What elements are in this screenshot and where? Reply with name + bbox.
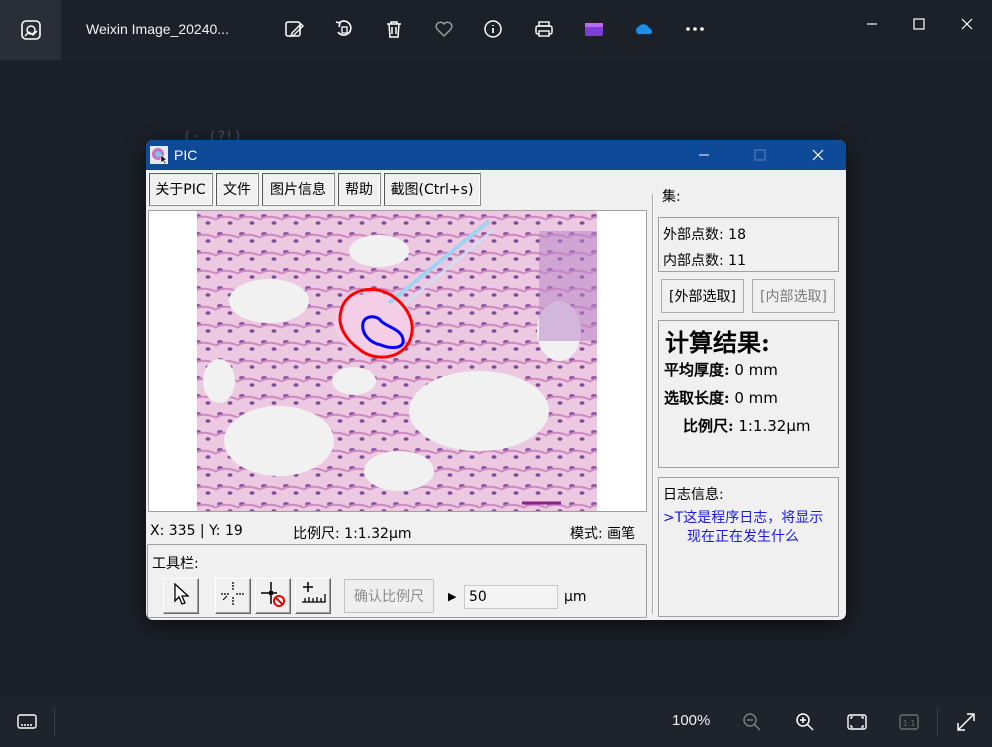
scale-value-input[interactable]: 50 — [464, 585, 558, 609]
crosshair-tool-button[interactable] — [215, 578, 251, 614]
outer-select-button[interactable]: [外部选取] — [661, 279, 744, 313]
outer-point-count: 外部点数: 18 — [663, 227, 746, 243]
scale-unit-label: μm — [564, 589, 587, 605]
photos-app-icon[interactable] — [0, 0, 61, 60]
zoom-in-icon[interactable] — [792, 709, 818, 735]
pic-window-title: PIC — [174, 147, 198, 163]
menu-file[interactable]: 文件 — [215, 172, 259, 206]
point-count-box: 外部点数: 18 内部点数: 11 — [658, 217, 839, 272]
maximize-icon[interactable] — [907, 12, 931, 36]
ruler-tool-button[interactable] — [295, 578, 331, 614]
onedrive-icon[interactable] — [632, 17, 656, 41]
avg-thickness-label: 平均厚度: — [664, 361, 730, 379]
inner-point-count: 内部点数: 11 — [663, 253, 746, 269]
clipchamp-icon[interactable] — [582, 17, 606, 41]
rotate-icon[interactable] — [332, 17, 356, 41]
favorite-icon[interactable] — [432, 17, 456, 41]
result-title: 计算结果: — [665, 328, 770, 357]
close-icon[interactable] — [955, 12, 979, 36]
inner-select-button[interactable]: [内部选取] — [752, 279, 835, 313]
select-length-value: 0 mm — [734, 389, 778, 407]
file-title: Weixin Image_20240... — [86, 21, 229, 37]
select-length-label: 选取长度: — [664, 389, 730, 407]
filmstrip-icon[interactable] — [14, 709, 40, 735]
play-icon: ▶ — [448, 590, 457, 603]
delete-icon[interactable] — [382, 17, 406, 41]
print-icon[interactable] — [532, 17, 556, 41]
pic-titlebar: PIC — [146, 140, 846, 170]
fit-window-icon[interactable] — [844, 709, 870, 735]
maximize-icon — [749, 145, 771, 165]
avg-thickness-value: 0 mm — [734, 361, 778, 379]
confirm-scale-button[interactable]: 确认比例尺 — [344, 579, 434, 613]
zoom-level[interactable]: 100% — [672, 712, 710, 729]
pointer-tool-icon — [170, 582, 192, 610]
scale-status: 比例尺: 1:1.32μm — [293, 526, 412, 542]
menu-about-pic[interactable]: 关于PIC — [148, 172, 213, 206]
edit-image-icon[interactable] — [282, 17, 306, 41]
toolbar-group: 工具栏: 确认比例尺 ▶ 50 μm — [147, 544, 647, 618]
mode-status: 模式: 画笔 — [570, 526, 636, 542]
set-label: 集: — [662, 189, 681, 205]
more-icon[interactable] — [683, 17, 707, 41]
pic-app-icon — [150, 146, 168, 165]
ruler-tool-icon — [299, 580, 327, 612]
fullscreen-icon[interactable] — [953, 709, 979, 735]
delete-point-tool-button[interactable] — [255, 578, 291, 614]
minimize-icon[interactable] — [693, 145, 715, 165]
zoom-out-icon[interactable] — [739, 709, 765, 735]
toolbar-label: 工具栏: — [152, 556, 199, 572]
log-title: 日志信息: — [663, 487, 724, 503]
scale-label: 比例尺: — [683, 417, 734, 435]
divider — [937, 708, 938, 736]
pointer-tool-button[interactable] — [163, 578, 199, 614]
viewer-top-bar: Weixin Image_20240... — [0, 0, 992, 60]
log-text: >T这是程序日志，将显示 现在正在发生什么 — [663, 509, 839, 547]
menu-screenshot[interactable]: 截图(Ctrl+s) — [383, 172, 481, 206]
delete-point-tool-icon — [259, 580, 287, 612]
info-icon[interactable] — [481, 17, 505, 41]
close-icon[interactable] — [807, 145, 829, 165]
panel-divider[interactable] — [652, 194, 654, 614]
scale-value: 1:1.32μm — [738, 417, 811, 435]
result-box: 计算结果: 平均厚度: 0 mm 选取长度: 0 mm 比例尺: 1:1.32μ… — [658, 320, 839, 468]
cursor-coordinates: X: 335 | Y: 19 — [150, 523, 243, 539]
log-line: 现在正在发生什么 — [687, 529, 799, 545]
log-box: 日志信息: >T这是程序日志，将显示 现在正在发生什么 — [658, 477, 839, 617]
image-canvas[interactable] — [148, 210, 647, 512]
menu-help[interactable]: 帮助 — [337, 172, 381, 206]
crosshair-tool-icon — [219, 580, 247, 612]
divider — [54, 708, 55, 736]
pic-window: PIC 关于PIC 文件 图片信息 帮助 截图(Ctrl+s) X: 335 |… — [146, 140, 846, 620]
actual-size-icon[interactable]: 1:1 — [896, 709, 922, 735]
log-line: >T这是程序日志，将显示 — [663, 510, 824, 526]
minimize-icon[interactable] — [860, 12, 884, 36]
menu-image-info[interactable]: 图片信息 — [261, 172, 335, 206]
svg-text:1:1: 1:1 — [903, 719, 916, 728]
histology-image[interactable] — [149, 211, 646, 511]
